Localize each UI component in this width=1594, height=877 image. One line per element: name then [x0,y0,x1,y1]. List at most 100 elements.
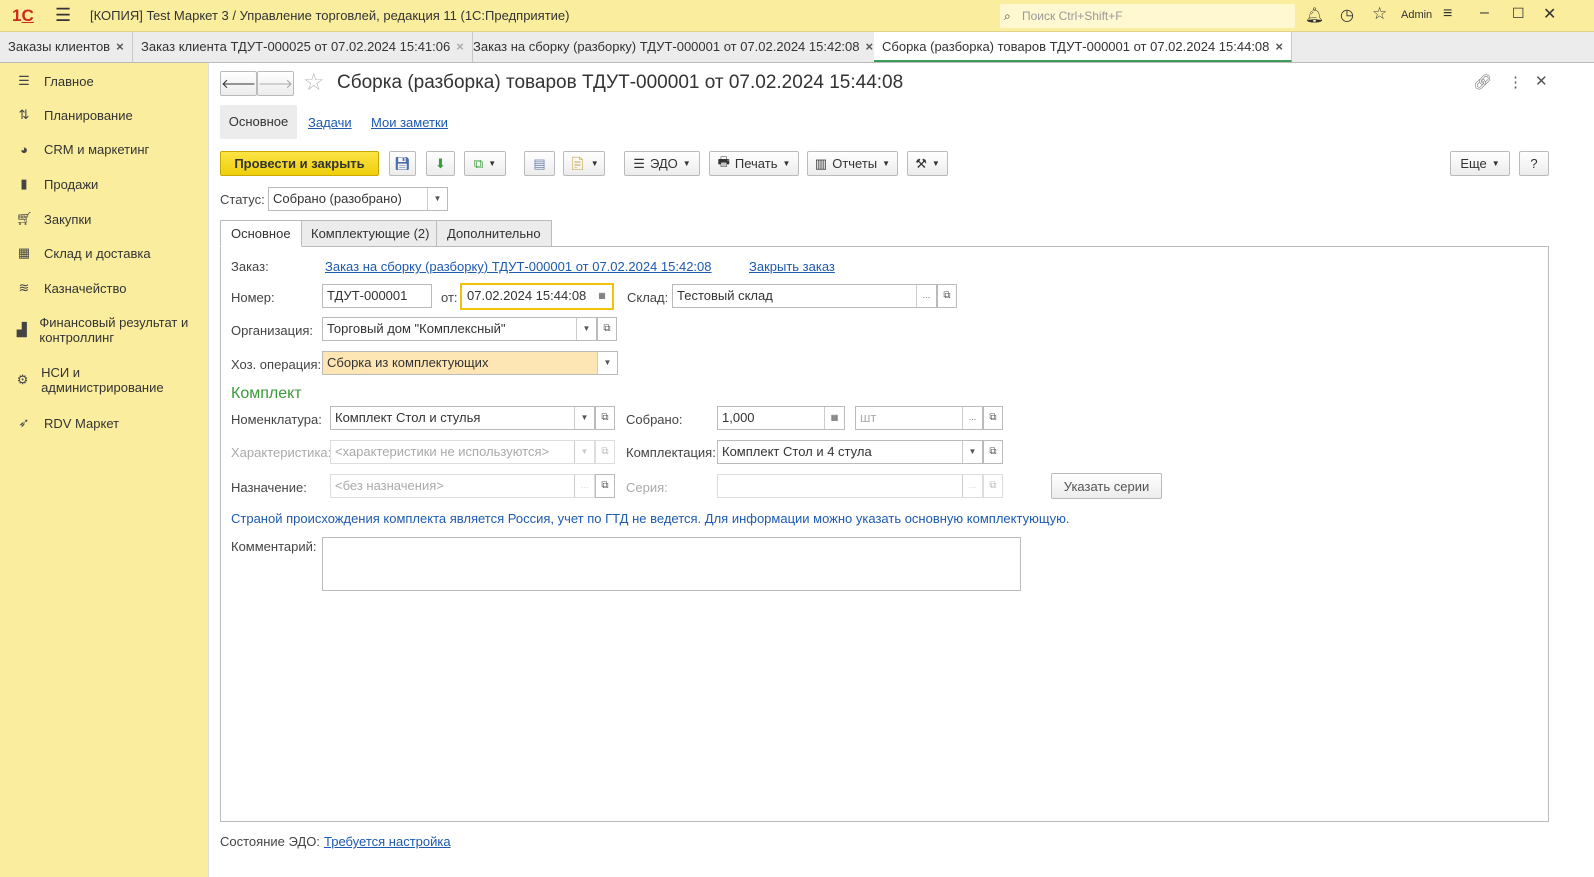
forward-button[interactable]: 🡒 [257,71,294,96]
chevron-down-icon[interactable]: ▼ [962,441,982,463]
sidebar: ☰ Главное ⇅ Планирование ◕ CRM и маркетинг … [0,63,209,877]
status-label: Статус: [220,192,265,207]
sidebar-item-treasury[interactable]: ≋ Казначейство [16,280,127,296]
open-icon[interactable]: ⧉ [595,474,615,498]
open-icon[interactable]: ⧉ [597,317,617,341]
form-nav-notes[interactable]: Мои заметки [371,115,448,130]
tab-components[interactable]: Комплектующие (2) [300,220,441,247]
link-icon[interactable]: 🔗︎ [1473,73,1492,91]
sidebar-item-main[interactable]: ☰ Главное [16,73,94,89]
save-button[interactable]: 💾︎ [389,151,416,176]
sidebar-item-warehouse[interactable]: ▦ Склад и доставка [16,245,151,261]
comment-textarea[interactable] [322,537,1021,591]
sidebar-item-sales[interactable]: ▮ Продажи [16,176,98,192]
open-icon[interactable]: ⧉ [983,406,1003,430]
bell-icon[interactable]: 🔔︎ [1305,6,1324,24]
configuration-label: Комплектация: [626,445,716,460]
ellipsis-icon[interactable]: … [962,407,982,429]
minimize-icon[interactable]: – [1480,4,1489,22]
back-button[interactable]: 🡐 [220,71,257,96]
attachments-button[interactable]: 📄︎ ▼ [563,151,605,176]
user-name[interactable]: Admin [1401,9,1432,21]
configuration-select[interactable]: Комплект Стол и 4 стула ▼ [717,440,983,464]
sidebar-item-label: CRM и маркетинг [44,142,150,157]
more-button[interactable]: Еще ▼ [1450,151,1510,176]
search-input[interactable]: ⌕ Поиск Ctrl+Shift+F [1000,4,1295,28]
close-icon[interactable]: × [1275,39,1283,54]
form-nav-main[interactable]: Основное [220,105,297,139]
window-tab-active[interactable]: Сборка (разборка) товаров ТДУТ-000001 от… [874,32,1292,62]
settings-menu-icon[interactable]: ≡ [1443,5,1452,23]
unit-input[interactable]: шт… [855,406,983,430]
close-icon[interactable]: × [866,39,874,54]
open-icon[interactable]: ⧉ [595,406,615,430]
sidebar-item-planning[interactable]: ⇅ Планирование [16,107,133,123]
number-input[interactable]: ТДУТ-000001 [322,284,432,308]
chevron-down-icon[interactable]: ▼ [597,352,617,374]
post-and-close-button[interactable]: Провести и закрыть [220,151,379,176]
menu-icon[interactable]: ☰ [55,5,71,26]
close-window-icon[interactable]: ✕ [1543,4,1556,24]
open-icon[interactable]: ⧉ [595,440,615,464]
tab-additional[interactable]: Дополнительно [436,220,552,247]
status-select[interactable]: Собрано (разобрано) ▼ [268,187,448,211]
open-icon[interactable]: ⧉ [983,474,1003,498]
calendar-icon[interactable]: ▦ [592,285,612,308]
order-link[interactable]: Заказ на сборку (разборку) ТДУТ-000001 о… [325,259,712,274]
structure-button[interactable]: ▤ [524,151,555,176]
save-icon: 💾︎ [394,155,411,171]
purpose-input[interactable]: <без назначения>… [330,474,595,498]
sidebar-item-purchases[interactable]: 🛒︎ Закупки [16,211,91,227]
post-button[interactable]: ⬇ [426,151,455,176]
org-select[interactable]: Торговый дом "Комплексный" ▼ [322,317,597,341]
report-icon: ▥ [814,155,828,171]
window-tab[interactable]: Заказ на сборку (разборку) ТДУТ-000001 о… [465,32,883,62]
maximize-icon[interactable]: ☐ [1512,5,1525,22]
tab-main[interactable]: Основное [220,220,302,247]
window-tab[interactable]: Заказ клиента ТДУТ-000025 от 07.02.2024 … [133,32,473,62]
series-input[interactable]: … [717,474,983,498]
nomenclature-select[interactable]: Комплект Стол и стулья ▼ [330,406,595,430]
close-order-link[interactable]: Закрыть заказ [749,259,835,274]
create-based-on-button[interactable]: ⧉ ▼ [464,151,506,176]
ellipsis-icon[interactable]: … [962,475,982,497]
more-vert-icon[interactable]: ⋮ [1508,73,1523,91]
history-icon[interactable]: ◷ [1340,5,1354,25]
sidebar-item-admin[interactable]: ⚙ НСИ и администрирование [16,365,176,395]
close-form-icon[interactable]: ✕ [1535,72,1548,90]
chevron-down-icon[interactable]: ▼ [574,407,594,429]
open-icon[interactable]: ⧉ [983,440,1003,464]
reports-button[interactable]: ▥ Отчеты ▼ [807,151,898,176]
series-label: Серия: [626,480,668,495]
date-input[interactable]: 07.02.2024 15:44:08 ▦ [460,283,614,310]
sidebar-item-finance[interactable]: ▟ Финансовый результат и контроллинг [16,315,201,345]
org-value: Торговый дом "Комплексный" [327,321,506,336]
close-icon[interactable]: × [456,39,464,54]
sidebar-item-rdv[interactable]: ➶ RDV Маркет [16,415,120,431]
form-nav-tasks[interactable]: Задачи [308,115,352,130]
ellipsis-icon[interactable]: … [574,475,594,497]
help-button[interactable]: ? [1519,151,1549,176]
edo-button[interactable]: ☰ ЭДО ▼ [624,151,700,176]
specify-series-button[interactable]: Указать серии [1051,473,1162,499]
operation-select[interactable]: Сборка из комплектующих ▼ [322,351,618,375]
chevron-down-icon[interactable]: ▼ [576,318,596,340]
print-button[interactable]: 🖶 Печать ▼ [709,151,799,176]
assembled-input[interactable]: 1,000 ▦ [717,406,845,430]
characteristic-select[interactable]: <характеристики не используются> ▼ [330,440,595,464]
star-icon[interactable]: ☆ [1372,4,1387,24]
purpose-label: Назначение: [231,480,307,495]
tab-label: Заказ клиента ТДУТ-000025 от 07.02.2024 … [141,39,451,54]
tools-button[interactable]: ⚒ ▼ [907,151,948,176]
calculator-icon[interactable]: ▦ [824,407,844,429]
window-tab[interactable]: Заказы клиентов × [0,32,133,62]
edo-state-link[interactable]: Требуется настройка [324,834,451,849]
ellipsis-icon[interactable]: … [916,285,936,307]
chevron-down-icon[interactable]: ▼ [427,188,447,210]
sidebar-item-crm[interactable]: ◕ CRM и маркетинг [16,142,149,157]
chevron-down-icon[interactable]: ▼ [574,441,594,463]
open-icon[interactable]: ⧉ [937,284,957,308]
warehouse-input[interactable]: Тестовый склад… [672,284,937,308]
close-icon[interactable]: × [116,39,124,54]
favorite-star-icon[interactable]: ☆ [303,68,325,97]
